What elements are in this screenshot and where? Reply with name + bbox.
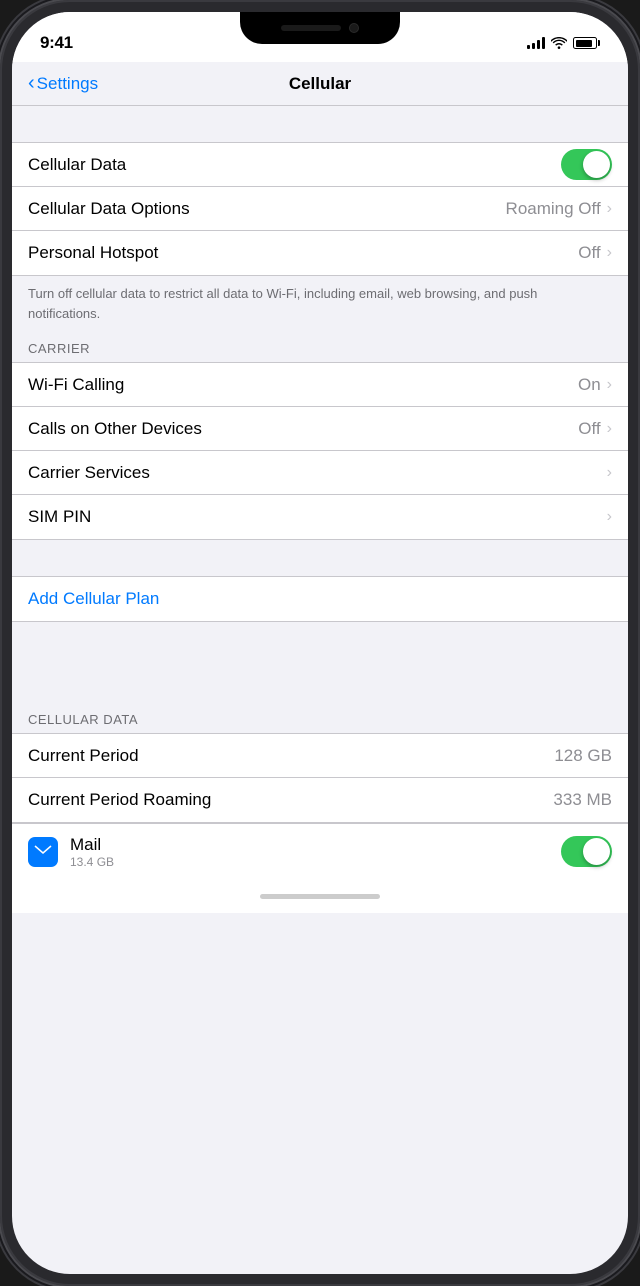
cellular-data-toggle[interactable]: [561, 149, 612, 180]
carrier-services-right: ›: [607, 464, 612, 482]
notch-speaker: [281, 25, 341, 31]
current-period-item: Current Period 128 GB: [12, 734, 628, 778]
carrier-group: Wi-Fi Calling On › Calls on Other Device…: [12, 362, 628, 540]
carrier-section-header: CARRIER: [12, 335, 628, 362]
current-period-value: 128 GB: [554, 746, 612, 766]
add-cellular-plan-label: Add Cellular Plan: [28, 589, 159, 609]
cellular-data-options-label: Cellular Data Options: [28, 199, 190, 219]
toggle-knob: [583, 838, 610, 865]
toggle-knob: [583, 151, 610, 178]
add-cellular-plan-item[interactable]: Add Cellular Plan: [12, 577, 628, 621]
calls-other-devices-label: Calls on Other Devices: [28, 419, 202, 439]
home-bar: [260, 894, 380, 899]
chevron-right-icon: ›: [607, 420, 612, 438]
signal-bar-2: [532, 43, 535, 49]
status-icons: [527, 37, 600, 49]
large-spacer: [12, 622, 628, 692]
mail-toggle[interactable]: [561, 836, 612, 867]
chevron-right-icon: ›: [607, 244, 612, 262]
signal-bars-icon: [527, 37, 545, 49]
phone-frame: 9:41: [0, 0, 640, 1286]
mail-envelope-icon: [34, 845, 52, 859]
signal-bar-4: [542, 37, 545, 49]
notch: [240, 12, 400, 44]
chevron-right-icon: ›: [607, 376, 612, 394]
signal-bar-3: [537, 40, 540, 49]
status-time: 9:41: [40, 33, 73, 53]
chevron-right-icon: ›: [607, 508, 612, 526]
back-label: Settings: [37, 74, 98, 94]
chevron-right-icon: ›: [607, 200, 612, 218]
calls-other-devices-value: Off: [578, 419, 600, 439]
calls-other-devices-item[interactable]: Calls on Other Devices Off ›: [12, 407, 628, 451]
current-period-roaming-label: Current Period Roaming: [28, 790, 211, 810]
screen: 9:41: [12, 12, 628, 1274]
home-indicator: [12, 879, 628, 913]
cellular-data-label: Cellular Data: [28, 155, 126, 175]
notch-camera: [349, 23, 359, 33]
wifi-calling-value: On: [578, 375, 601, 395]
sim-pin-label: SIM PIN: [28, 507, 91, 527]
wifi-calling-right: On ›: [578, 375, 612, 395]
personal-hotspot-value: Off: [578, 243, 600, 263]
cellular-description: Turn off cellular data to restrict all d…: [12, 276, 628, 335]
sim-pin-right: ›: [607, 508, 612, 526]
top-spacer: [12, 106, 628, 142]
mail-item: Mail 13.4 GB: [12, 823, 628, 879]
mail-label: Mail: [70, 835, 561, 855]
carrier-services-label: Carrier Services: [28, 463, 150, 483]
nav-bar: ‹ Settings Cellular: [12, 62, 628, 106]
cellular-data-section-header: CELLULAR DATA: [12, 692, 628, 733]
cellular-data-options-value: Roaming Off: [506, 199, 601, 219]
personal-hotspot-right: Off ›: [578, 243, 612, 263]
battery-icon: [573, 37, 600, 49]
cellular-data-options-right: Roaming Off ›: [506, 199, 612, 219]
mail-size: 13.4 GB: [70, 855, 561, 869]
cellular-main-group: Cellular Data Cellular Data Options Roam…: [12, 142, 628, 276]
chevron-right-icon: ›: [607, 464, 612, 482]
personal-hotspot-item[interactable]: Personal Hotspot Off ›: [12, 231, 628, 275]
calls-other-devices-right: Off ›: [578, 419, 612, 439]
sim-pin-item[interactable]: SIM PIN ›: [12, 495, 628, 539]
back-button[interactable]: ‹ Settings: [28, 72, 98, 95]
status-bar: 9:41: [12, 12, 628, 62]
current-period-roaming-value: 333 MB: [553, 790, 612, 810]
add-plan-group: Add Cellular Plan: [12, 576, 628, 622]
signal-bar-1: [527, 45, 530, 49]
mail-text: Mail 13.4 GB: [70, 835, 561, 869]
cellular-data-item: Cellular Data: [12, 143, 628, 187]
wifi-calling-label: Wi-Fi Calling: [28, 375, 124, 395]
carrier-services-item[interactable]: Carrier Services ›: [12, 451, 628, 495]
mail-app-icon: [28, 837, 58, 867]
mid-spacer: [12, 540, 628, 576]
cellular-data-options-item[interactable]: Cellular Data Options Roaming Off ›: [12, 187, 628, 231]
wifi-calling-item[interactable]: Wi-Fi Calling On ›: [12, 363, 628, 407]
page-title: Cellular: [289, 74, 351, 94]
cellular-stats-group: Current Period 128 GB Current Period Roa…: [12, 733, 628, 823]
settings-content: Cellular Data Cellular Data Options Roam…: [12, 106, 628, 913]
back-chevron-icon: ‹: [28, 72, 35, 95]
wifi-icon: [551, 37, 567, 49]
personal-hotspot-label: Personal Hotspot: [28, 243, 158, 263]
current-period-label: Current Period: [28, 746, 139, 766]
current-period-roaming-item: Current Period Roaming 333 MB: [12, 778, 628, 822]
